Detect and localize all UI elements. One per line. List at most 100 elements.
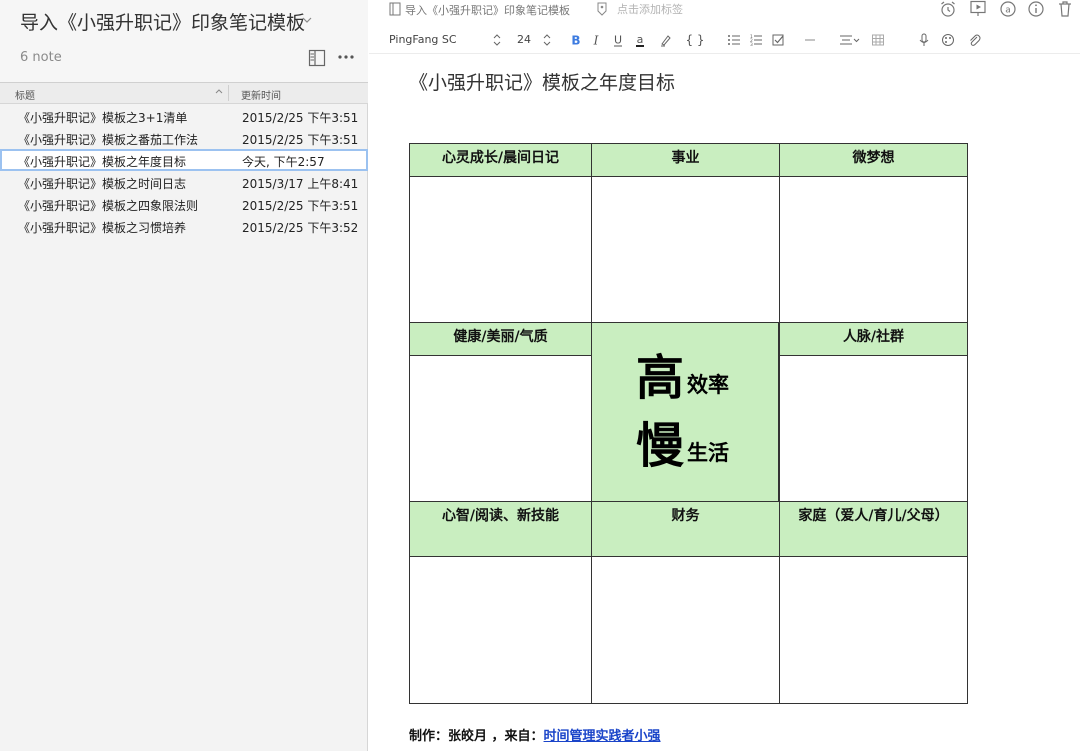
note-title-heading[interactable]: 《小强升职记》模板之年度目标: [409, 68, 675, 95]
bulleted-list-button[interactable]: [725, 30, 743, 50]
motto-small-text-2: 生活: [687, 441, 729, 465]
cell-family[interactable]: [779, 556, 968, 704]
horizontal-rule-icon: [805, 39, 815, 41]
attach-button[interactable]: [965, 30, 983, 50]
table-icon: [872, 34, 884, 46]
note-updated: 今天, 下午2:57: [242, 155, 325, 169]
note-title: 《小强升职记》模板之番茄工作法: [18, 133, 199, 147]
note-updated: 2015/3/17 上午8:41: [242, 177, 359, 191]
header-family[interactable]: 家庭（爱人/育儿/父母）: [779, 501, 968, 557]
text-color-button[interactable]: a: [631, 30, 649, 50]
credit-footer: 制作：张皎月 ，来自：时间管理实践者小强: [409, 725, 661, 744]
notebook-title[interactable]: 导入《小强升职记》印象笔记模板: [20, 8, 305, 35]
underline-button[interactable]: U: [609, 30, 627, 50]
font-size-select[interactable]: 24: [517, 33, 531, 46]
note-row[interactable]: 《小强升职记》模板之习惯培养 2015/2/25 下午3:52: [0, 215, 368, 237]
sketch-button[interactable]: [939, 30, 957, 50]
font-family-stepper-icon[interactable]: [493, 33, 501, 47]
header-career[interactable]: 事业: [591, 143, 780, 177]
svg-text:3: 3: [750, 42, 753, 47]
note-row[interactable]: 《小强升职记》模板之番茄工作法 2015/2/25 下午3:51: [0, 127, 368, 149]
list-layout-icon[interactable]: [308, 49, 326, 67]
column-updated-header[interactable]: 更新时间: [241, 87, 281, 102]
cell-dream[interactable]: [779, 176, 968, 323]
center-motto-block[interactable]: 高 效率 慢 生活: [591, 322, 779, 502]
notebook-selector[interactable]: 导入《小强升职记》印象笔记模板: [405, 2, 570, 18]
microphone-icon: [919, 33, 929, 46]
note-title: 《小强升职记》模板之3+1清单: [18, 111, 188, 125]
column-title-header[interactable]: 标题: [15, 87, 35, 102]
annual-goals-table[interactable]: 心灵成长/晨间日记 事业 微梦想 健康/美丽/气质 人脉/社群 高 效率 慢 生…: [409, 143, 968, 704]
text-color-icon: a: [636, 33, 644, 47]
reminder-alarm-icon[interactable]: [939, 0, 957, 18]
underline-icon: U: [614, 34, 622, 47]
table-button[interactable]: [869, 30, 887, 50]
highlight-button[interactable]: [657, 30, 675, 50]
note-meta-bar: 导入《小强升职记》印象笔记模板 a: [369, 0, 1080, 22]
header-health[interactable]: 健康/美丽/气质: [409, 322, 592, 356]
tag-input[interactable]: [617, 1, 737, 17]
motto-big-char-2: 慢: [636, 418, 685, 474]
column-divider[interactable]: [228, 85, 229, 101]
code-block-button[interactable]: { }: [683, 30, 707, 50]
cell-career[interactable]: [591, 176, 780, 323]
numbered-list-icon: 123: [750, 34, 762, 47]
bold-button[interactable]: B: [567, 30, 585, 50]
highlighter-icon: [661, 35, 671, 47]
chevron-down-icon[interactable]: [302, 10, 312, 30]
presentation-icon[interactable]: [969, 0, 987, 18]
align-center-icon: [840, 35, 860, 45]
cell-health[interactable]: [409, 355, 592, 502]
sort-ascending-icon[interactable]: [214, 86, 224, 98]
italic-button[interactable]: I: [587, 30, 605, 50]
header-finance[interactable]: 财务: [591, 501, 780, 557]
record-audio-button[interactable]: [915, 30, 933, 50]
checkbox-button[interactable]: [769, 30, 787, 50]
note-updated: 2015/2/25 下午3:51: [242, 199, 359, 213]
formatting-toolbar: PingFang SC 24 B I U a { } 123: [369, 28, 1080, 54]
more-options-icon[interactable]: [336, 48, 356, 66]
author-link[interactable]: 时间管理实践者小强: [544, 729, 661, 744]
svg-text:B: B: [571, 34, 580, 48]
trash-icon[interactable]: [1056, 0, 1074, 18]
note-updated: 2015/2/25 下午3:51: [242, 133, 359, 147]
notebook-icon: [389, 2, 401, 16]
note-title: 《小强升职记》模板之习惯培养: [18, 221, 187, 235]
numbered-list-button[interactable]: 123: [747, 30, 765, 50]
info-icon[interactable]: [1027, 0, 1045, 18]
note-updated: 2015/2/25 下午3:51: [242, 111, 359, 125]
svg-text:a: a: [637, 33, 644, 46]
note-title: 《小强升职记》模板之时间日志: [18, 177, 187, 191]
note-list-pane: 导入《小强升职记》印象笔记模板 6 note 标题 更新时间 《小强升职记》模板…: [0, 0, 368, 751]
header-intellect[interactable]: 心智/阅读、新技能: [409, 501, 592, 557]
note-row[interactable]: 《小强升职记》模板之3+1清单 2015/2/25 下午3:51: [0, 105, 368, 127]
font-family-select[interactable]: PingFang SC: [389, 33, 457, 46]
paperclip-icon: [970, 34, 981, 46]
cell-finance[interactable]: [591, 556, 780, 704]
motto-big-char-1: 高: [636, 350, 685, 406]
header-network[interactable]: 人脉/社群: [779, 322, 968, 356]
bold-icon: B: [571, 34, 580, 48]
note-row[interactable]: 《小强升职记》模板之四象限法则 2015/2/25 下午3:51: [0, 193, 368, 215]
italic-icon: I: [593, 34, 599, 48]
note-updated: 2015/2/25 下午3:52: [242, 221, 359, 235]
bulleted-list-icon: [728, 35, 740, 45]
list-column-header: 标题 更新时间: [0, 82, 368, 104]
header-dream[interactable]: 微梦想: [779, 143, 968, 177]
align-button[interactable]: [837, 30, 863, 50]
note-row-selected[interactable]: 《小强升职记》模板之年度目标 今天, 下午2:57: [0, 149, 368, 171]
svg-text:a: a: [1005, 6, 1011, 16]
header-mind-growth[interactable]: 心灵成长/晨间日记: [409, 143, 592, 177]
share-at-icon[interactable]: a: [999, 0, 1017, 18]
cell-intellect[interactable]: [409, 556, 592, 704]
note-list: 《小强升职记》模板之3+1清单 2015/2/25 下午3:51 《小强升职记》…: [0, 105, 368, 237]
note-title: 《小强升职记》模板之年度目标: [18, 155, 187, 169]
note-editor: 导入《小强升职记》印象笔记模板 a: [369, 0, 1080, 751]
cell-mind-growth[interactable]: [409, 176, 592, 323]
horizontal-rule-button[interactable]: [801, 30, 819, 50]
note-row[interactable]: 《小强升职记》模板之时间日志 2015/3/17 上午8:41: [0, 171, 368, 193]
font-size-stepper-icon[interactable]: [543, 33, 551, 47]
sketch-icon: [942, 34, 954, 46]
cell-network[interactable]: [779, 355, 968, 502]
note-count: 6 note: [20, 50, 62, 65]
